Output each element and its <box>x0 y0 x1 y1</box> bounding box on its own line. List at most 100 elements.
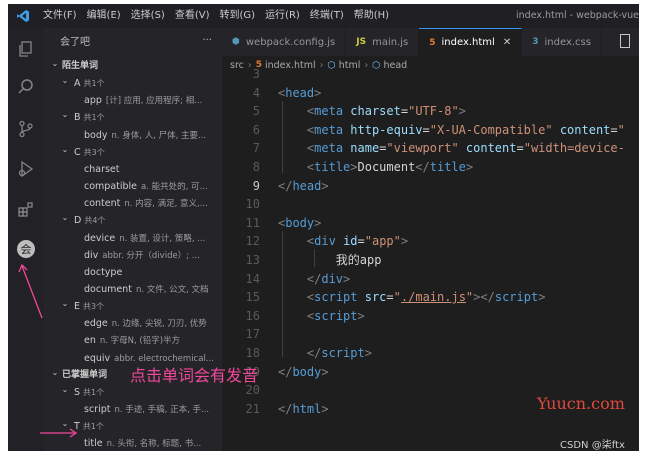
letter-group[interactable]: ⌄ S 共1个 <box>44 384 222 401</box>
line-content: </div> <box>306 271 351 286</box>
word-definition: n. 手迹, 手稿, 正本, 手... <box>114 405 210 415</box>
file-type-icon: 5 <box>429 37 436 48</box>
svg-text:会: 会 <box>21 243 32 256</box>
title-bar: 文件(F) 编辑(E) 选择(S) 查看(V) 转到(G) 运行(R) 终端(T) 帮助(H)… <box>8 4 639 28</box>
line-number: 21 <box>245 401 260 416</box>
word-item[interactable]: doctype <box>44 264 222 281</box>
word-item[interactable]: app [计] 应用, 应用程序; 相... <box>44 92 222 109</box>
word-item[interactable]: edge n. 边缘, 尖锐, 刀刃, 优势 <box>44 315 222 332</box>
word-text: compatible <box>84 181 138 193</box>
word-definition: abbr. 分开（divide）; ... <box>102 250 200 261</box>
word-entry: edge n. 边缘, 尖锐, 刀刃, 优势 <box>84 315 207 332</box>
line-content: <script> <box>306 308 365 323</box>
word-entry: div abbr. 分开（divide）; ... <box>84 247 200 264</box>
tab-label: webpack.config.js <box>245 36 336 48</box>
word-entry: charset <box>84 161 120 178</box>
group-count: 共1个 <box>82 422 104 432</box>
menu-item[interactable]: 编辑(E) <box>82 4 126 28</box>
code-line: 13 我的app <box>222 251 639 269</box>
tab-label: index.html <box>441 37 495 48</box>
more-actions-button[interactable]: ··· <box>202 35 212 46</box>
vscode-logo-icon <box>8 4 38 28</box>
word-entry: app [计] 应用, 应用程序; 相... <box>84 92 202 109</box>
line-number: 16 <box>245 308 260 323</box>
source-control-icon[interactable] <box>15 118 37 140</box>
group-label: D 共4个 <box>74 212 105 229</box>
line-content: <head> <box>278 85 322 100</box>
code-line: 17 <box>222 325 639 343</box>
word-plugin-icon[interactable]: 会 <box>15 238 37 260</box>
line-content: <title>Document</title> <box>306 160 474 174</box>
editor-tab[interactable]: 3 index.css <box>522 28 602 56</box>
group-letter: C <box>74 146 81 158</box>
credit-text: CSDN @柒ftx <box>560 440 625 451</box>
group-count: 共1个 <box>83 387 105 397</box>
section-title: 已掌握单词 <box>62 369 108 380</box>
word-entry: device n. 装置, 设计, 策略, ... <box>84 230 205 247</box>
line-number: 4 <box>252 85 260 100</box>
editor-tab[interactable]: 5 index.html ✕ <box>419 28 523 56</box>
menu-item[interactable]: 查看(V) <box>170 4 215 28</box>
watermark: Yuucn.com <box>537 394 625 413</box>
word-entry: document n. 文件, 公文, 文档 <box>84 281 209 298</box>
menu-item[interactable]: 终端(T) <box>305 4 349 28</box>
group-label: E 共3个 <box>74 298 104 315</box>
line-number: 7 <box>252 141 260 156</box>
search-icon[interactable] <box>15 76 37 98</box>
menu-item[interactable]: 选择(S) <box>126 4 170 28</box>
chevron-down-icon: ⌄ <box>61 384 69 394</box>
group-letter: E <box>74 301 81 313</box>
word-item[interactable]: body n. 身体, 人, 尸体, 主要... <box>44 127 222 144</box>
word-item[interactable]: charset <box>44 161 222 178</box>
chevron-down-icon: ⌄ <box>51 367 59 377</box>
letter-group[interactable]: ⌄ E 共3个 <box>44 298 222 315</box>
word-entry: compatible a. 能共处的, 可... <box>84 178 208 195</box>
menu-item[interactable]: 转到(G) <box>215 4 261 28</box>
run-debug-icon[interactable] <box>15 158 37 180</box>
word-text: doctype <box>84 266 123 278</box>
extensions-icon[interactable] <box>15 198 37 220</box>
line-number: 10 <box>245 197 260 212</box>
letter-group[interactable]: ⌄ C 共3个 <box>44 144 222 161</box>
menu-item[interactable]: 运行(R) <box>260 4 305 28</box>
files-icon[interactable] <box>15 38 37 60</box>
word-text: edge <box>84 318 108 330</box>
word-definition: n. 身体, 人, 尸体, 主要... <box>111 130 207 141</box>
line-content: <meta name="viewport" content="width=dev… <box>306 141 625 156</box>
code-line: 12 <div id="app"> <box>222 232 639 250</box>
word-entry: en n. 字母N, (铅字)半方 <box>84 332 180 349</box>
word-item[interactable]: div abbr. 分开（divide）; ... <box>44 247 222 264</box>
word-text: document <box>84 283 132 295</box>
line-content: <div id="app"> <box>306 234 409 249</box>
word-item[interactable]: en n. 字母N, (铅字)半方 <box>44 332 222 349</box>
file-type-icon: ⬢ <box>232 37 240 47</box>
section-header[interactable]: ⌄ 陌生单词 <box>44 58 222 75</box>
vscode-window: 文件(F) 编辑(E) 选择(S) 查看(V) 转到(G) 运行(R) 终端(T) 帮助(H)… <box>8 4 639 451</box>
word-item[interactable]: device n. 装置, 设计, 策略, ... <box>44 230 222 247</box>
code-line: 5 <meta charset="UTF-8"> <box>222 102 639 120</box>
group-count: 共1个 <box>83 79 105 89</box>
close-icon[interactable]: ✕ <box>503 37 511 48</box>
group-letter: D <box>74 215 82 227</box>
word-item[interactable]: content n. 内容, 满足, 意义,... <box>44 195 222 212</box>
menu-item[interactable]: 帮助(H) <box>349 4 394 28</box>
line-number: 6 <box>252 122 260 137</box>
arrow-annotation-icon <box>18 263 43 319</box>
word-text: div <box>84 249 99 261</box>
word-item[interactable]: script n. 手迹, 手稿, 正本, 手... <box>44 401 222 418</box>
code-line: 9 </head> <box>222 177 639 195</box>
menu-item[interactable]: 文件(F) <box>38 4 82 28</box>
group-label: S 共1个 <box>74 384 104 401</box>
word-item[interactable]: document n. 文件, 公文, 文档 <box>44 281 222 298</box>
chevron-down-icon: ⌄ <box>61 299 69 309</box>
group-count: 共1个 <box>83 113 105 123</box>
editor-tab[interactable]: ⬢ webpack.config.js <box>222 28 347 56</box>
letter-group[interactable]: ⌄ A 共1个 <box>44 75 222 92</box>
group-letter: B <box>74 112 81 124</box>
word-item[interactable]: compatible a. 能共处的, 可... <box>44 178 222 195</box>
chevron-down-icon: ⌄ <box>61 144 69 154</box>
letter-group[interactable]: ⌄ D 共4个 <box>44 212 222 229</box>
word-entry: body n. 身体, 人, 尸体, 主要... <box>84 127 206 144</box>
letter-group[interactable]: ⌄ B 共1个 <box>44 109 222 126</box>
editor-tab[interactable]: JS main.js <box>346 28 420 56</box>
